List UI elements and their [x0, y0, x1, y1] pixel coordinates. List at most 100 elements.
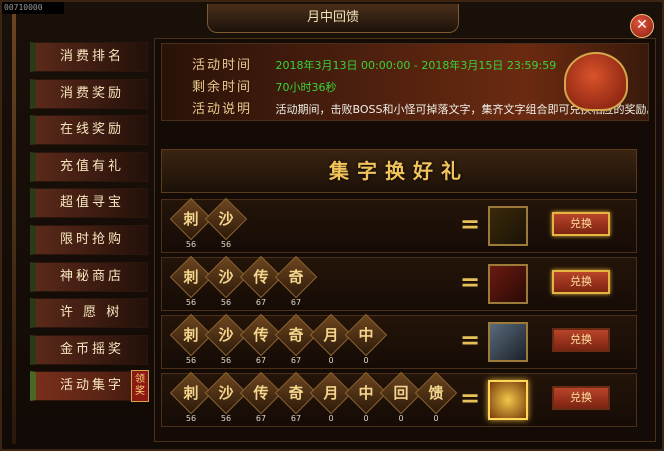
char-count: 56	[185, 414, 197, 423]
main-panel: 活动时间 2018年3月13日 00:00:00 - 2018年3月15日 23…	[154, 38, 656, 442]
char-count: 67	[255, 298, 267, 307]
left-trim	[12, 14, 16, 444]
event-time-row: 活动时间 2018年3月13日 00:00:00 - 2018年3月15日 23…	[192, 54, 556, 73]
char-token: 奇 67	[274, 371, 318, 423]
char-glyph: 奇	[288, 384, 304, 402]
sidebar-item-label: 许 愿 树	[60, 305, 123, 321]
char-token: 回0	[379, 371, 423, 423]
sidebar-item-2[interactable]: 在线奖励	[30, 115, 148, 146]
sidebar-item-label: 金币摇奖	[60, 341, 125, 357]
remaining-time-value: 70小时36秒	[275, 81, 337, 94]
char-glyph: 刺	[183, 326, 199, 344]
char-count: 0	[363, 356, 369, 365]
sidebar-item-label: 充值有礼	[60, 158, 125, 174]
sidebar-item-0[interactable]: 消费排名	[30, 42, 148, 72]
char-glyph: 中	[358, 326, 374, 344]
char-token: 刺 56	[169, 197, 213, 249]
char-count: 67	[255, 356, 267, 365]
char-glyph: 沙	[218, 268, 234, 286]
char-count: 0	[363, 414, 369, 423]
exchange-button[interactable]: 兑换	[552, 328, 610, 352]
sidebar-item-label: 消费奖励	[60, 85, 125, 101]
char-glyph: 沙	[218, 384, 234, 402]
char-glyph: 馈	[428, 384, 444, 402]
char-count: 56	[185, 356, 197, 365]
equals-sign: =	[460, 210, 481, 238]
sidebar-item-label: 限时抢购	[60, 231, 125, 247]
exchange-button[interactable]: 兑换	[552, 212, 610, 236]
event-window: 00710000 月中回馈 ✕ 消费排名 消费奖励 在线奖励 充值有礼 超值寻宝 限时抢购…	[0, 0, 664, 451]
sidebar: 消费排名消费奖励在线奖励充值有礼超值寻宝限时抢购神秘商店许 愿 树金币摇奖活动集…	[30, 42, 149, 408]
char-count: 67	[290, 356, 302, 365]
char-token: 月0	[309, 313, 353, 365]
char-glyph: 传	[253, 384, 269, 402]
char-glyph: 传	[253, 268, 269, 286]
char-token: 传 67	[239, 371, 283, 423]
sidebar-item-3[interactable]: 充值有礼	[30, 151, 148, 182]
char-count: 56	[220, 356, 232, 365]
exchange-button[interactable]: 兑换	[552, 386, 610, 410]
sidebar-item-label: 活动集字	[60, 378, 125, 394]
remaining-time-row: 剩余时间 70小时36秒	[192, 76, 337, 95]
char-glyph: 回	[393, 384, 409, 402]
char-token: 传 67	[239, 255, 283, 307]
sidebar-item-8[interactable]: 金币摇奖	[30, 334, 148, 365]
event-time-value: 2018年3月13日 00:00:00 - 2018年3月15日 23:59:5…	[275, 59, 557, 72]
char-token: 刺 56	[169, 255, 213, 307]
char-token: 月0	[309, 371, 353, 423]
window-title: 月中回馈	[207, 4, 459, 33]
char-count: 0	[433, 414, 439, 423]
char-count: 56	[220, 298, 232, 307]
char-glyph: 传	[253, 326, 269, 344]
char-glyph: 月	[323, 326, 339, 344]
char-glyph: 奇	[288, 326, 304, 344]
event-desc-label: 活动说明	[192, 102, 253, 117]
recipe-row: 刺 56 沙 56 传 67 奇 67 月 0 中 0 = 兑换	[161, 313, 637, 369]
char-token: 刺 56	[169, 313, 213, 365]
sidebar-item-4[interactable]: 超值寻宝	[30, 188, 148, 219]
char-glyph: 沙	[218, 326, 234, 344]
treasure-bag-icon	[564, 52, 628, 111]
char-token: 奇 67	[274, 255, 318, 307]
equals-sign: =	[460, 268, 481, 296]
sidebar-item-label: 超值寻宝	[60, 195, 125, 211]
silver-chest-icon[interactable]	[488, 322, 528, 362]
char-token: 馈0	[414, 371, 458, 423]
sidebar-item-9[interactable]: 活动集字 领奖	[30, 370, 149, 403]
char-glyph: 刺	[183, 268, 199, 286]
char-count: 0	[328, 414, 334, 423]
sidebar-item-5[interactable]: 限时抢购	[30, 224, 148, 255]
char-token: 中0	[344, 313, 388, 365]
char-count: 0	[398, 414, 404, 423]
char-token: 刺 56	[169, 371, 213, 423]
char-token: 奇 67	[274, 313, 318, 365]
equals-sign: =	[460, 326, 481, 354]
corner-counter: 00710000	[2, 2, 64, 14]
char-count: 67	[290, 298, 302, 307]
claim-badge[interactable]: 领奖	[131, 370, 149, 403]
sidebar-item-6[interactable]: 神秘商店	[30, 261, 148, 292]
sidebar-item-label: 消费排名	[60, 49, 125, 64]
sidebar-item-label: 神秘商店	[60, 268, 125, 284]
char-glyph: 刺	[183, 210, 199, 228]
char-count: 56	[220, 240, 232, 249]
remaining-time-label: 剩余时间	[192, 80, 253, 95]
recipe-row: 刺 56 沙 56 传 67 奇 67 = 兑换	[161, 255, 637, 311]
sidebar-item-1[interactable]: 消费奖励	[30, 78, 148, 109]
exchange-button[interactable]: 兑换	[552, 270, 610, 294]
section-title: 集字换好礼	[161, 149, 637, 193]
char-count: 56	[220, 414, 232, 423]
gold-chest-icon[interactable]	[488, 380, 528, 420]
char-count: 56	[185, 240, 197, 249]
sidebar-item-7[interactable]: 许 愿 树	[30, 298, 148, 329]
char-glyph: 刺	[183, 384, 199, 402]
char-glyph: 月	[323, 384, 339, 402]
sidebar-item-label: 在线奖励	[60, 122, 125, 138]
red-chest-icon[interactable]	[488, 264, 528, 304]
char-token: 传 67	[239, 313, 283, 365]
recipe-row: 刺 56 沙 56 = 兑换	[161, 197, 637, 253]
gold-bar-icon[interactable]	[488, 206, 528, 246]
recipe-row: 刺 56 沙 56 传 67 奇 67 月 0 中 0 回 0 馈 0 = 兑换	[161, 371, 637, 427]
char-count: 56	[185, 298, 197, 307]
close-button[interactable]: ✕	[630, 14, 654, 38]
